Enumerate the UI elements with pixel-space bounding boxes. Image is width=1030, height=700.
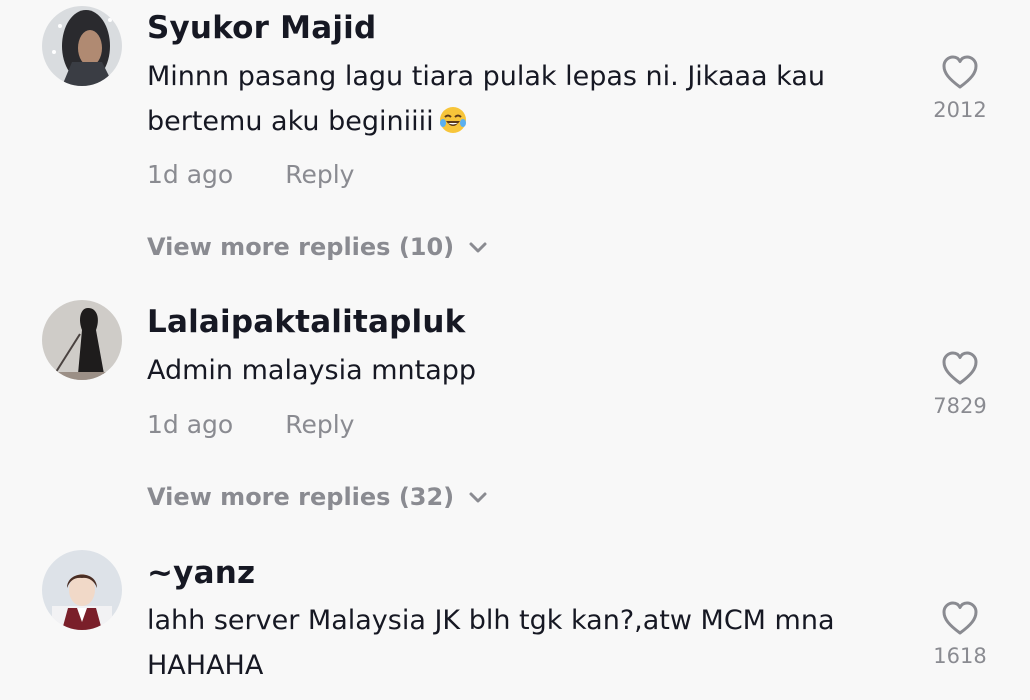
comment-timestamp: 1d ago — [147, 160, 234, 189]
comment-text: Admin malaysia mntapp — [147, 348, 887, 393]
like-count: 2012 — [933, 98, 987, 122]
comment-meta: 1d ago Reply — [147, 160, 354, 189]
like-control: 7829 — [920, 350, 1000, 418]
chevron-down-icon — [469, 492, 487, 503]
view-more-replies-label: View more replies (10) — [147, 233, 455, 261]
comment-text-content: Minnn pasang lagu tiara pulak lepas ni. … — [147, 61, 825, 137]
avatar[interactable] — [42, 6, 122, 86]
view-more-replies-label: View more replies (32) — [147, 483, 455, 511]
like-control: 2012 — [920, 54, 1000, 122]
like-control: 1618 — [920, 600, 1000, 668]
chevron-down-icon — [469, 242, 487, 253]
comment-text-content: lahh server Malaysia JK blh tgk kan?,atw… — [147, 605, 835, 681]
comment-text-content: Admin malaysia mntapp — [147, 355, 477, 386]
like-count: 1618 — [933, 644, 987, 668]
heart-outline-icon[interactable] — [941, 350, 979, 386]
comment-author[interactable]: Lalaipaktalitapluk — [147, 304, 465, 340]
view-more-replies-button[interactable]: View more replies (32) — [147, 483, 488, 511]
avatar[interactable] — [42, 550, 122, 630]
comment-text: Minnn pasang lagu tiara pulak lepas ni. … — [147, 54, 887, 144]
view-more-replies-button[interactable]: View more replies (10) — [147, 233, 488, 261]
comment-author[interactable]: Syukor Majid — [147, 10, 376, 46]
reply-button[interactable]: Reply — [285, 160, 354, 189]
reply-button[interactable]: Reply — [285, 410, 354, 439]
heart-outline-icon[interactable] — [941, 54, 979, 90]
comment-meta: 1d ago Reply — [147, 410, 354, 439]
like-count: 7829 — [933, 394, 987, 418]
comment-text: lahh server Malaysia JK blh tgk kan?,atw… — [147, 598, 887, 688]
face-with-tears-of-joy-icon — [439, 107, 466, 133]
comment-author[interactable]: ~yanz — [147, 555, 255, 591]
heart-outline-icon[interactable] — [941, 600, 979, 636]
avatar[interactable] — [42, 300, 122, 380]
comment-timestamp: 1d ago — [147, 410, 234, 439]
